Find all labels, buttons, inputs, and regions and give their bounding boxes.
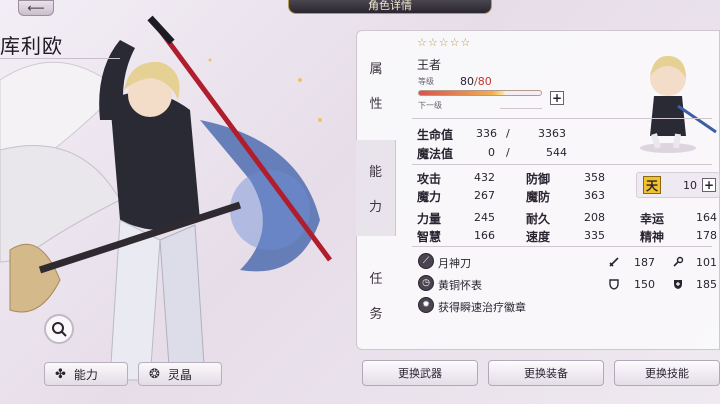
accessory-other-value: 185: [696, 278, 717, 291]
pocket-watch-icon: ◷: [422, 278, 430, 288]
divider-2: [412, 164, 712, 165]
str-value: 245: [474, 211, 495, 224]
plus-icon: +: [551, 91, 563, 105]
crystal-button[interactable]: ❂ 灵晶: [138, 362, 222, 386]
luck-value: 164: [696, 211, 717, 224]
spd-label: 速度: [526, 230, 551, 244]
tab-ability-char2: 力: [368, 200, 382, 215]
mp-max: 544: [546, 146, 567, 159]
weapon-atk-value: 187: [634, 256, 655, 269]
mdef-label: 魔防: [526, 190, 551, 204]
level-label: 等级: [418, 77, 434, 86]
end-label: 耐久: [526, 212, 551, 226]
page-title: 角色详情: [288, 0, 492, 14]
magnifier-icon: [52, 322, 67, 337]
blade-icon: ⟋: [422, 256, 430, 266]
mdef-value: 363: [584, 189, 605, 202]
accessory-slot-icon[interactable]: ◷: [418, 275, 434, 291]
spd-value: 335: [584, 229, 605, 242]
change-skill-button[interactable]: 更换技能: [614, 360, 720, 386]
spirit-value: 178: [696, 229, 717, 242]
tab-ability[interactable]: 能 力: [356, 140, 396, 236]
plus-icon: +: [703, 178, 715, 192]
mp-separator: /: [506, 146, 510, 159]
wis-label: 智慧: [417, 230, 442, 244]
end-value: 208: [584, 211, 605, 224]
name-underline: [0, 58, 120, 59]
staff-icon: [673, 256, 684, 267]
magic-shield-icon: [674, 280, 682, 289]
wis-value: 166: [474, 229, 495, 242]
crystal-button-label: 灵晶: [167, 367, 192, 382]
atk-label: 攻击: [417, 172, 442, 186]
character-title: 王者: [417, 58, 442, 72]
ability-button[interactable]: ✤ 能力: [44, 362, 128, 386]
matk-value: 267: [474, 189, 495, 202]
tab-missions[interactable]: 任 务: [356, 250, 396, 340]
hp-max: 3363: [538, 127, 566, 140]
exp-underline: [500, 108, 542, 109]
tab-attributes-char2: 性: [369, 97, 383, 112]
mp-current: 0: [488, 146, 495, 159]
mp-label: 魔法值: [417, 147, 454, 161]
tab-attributes-char1: 属: [369, 62, 383, 77]
level-value: 80/80: [460, 75, 492, 88]
medal-icon: ✹: [422, 300, 430, 310]
str-label: 力量: [417, 212, 442, 226]
level-max: 80: [477, 75, 492, 88]
zoom-button[interactable]: [44, 314, 74, 344]
character-name: 库利欧: [0, 34, 63, 58]
shield-icon: [609, 279, 619, 290]
change-equipment-button[interactable]: 更换装备: [488, 360, 604, 386]
back-arrow-icon: ⟵: [27, 1, 45, 15]
next-level-label: 下一级: [418, 101, 442, 110]
hp-current: 336: [476, 127, 497, 140]
divider-1: [412, 118, 712, 119]
tab-attributes[interactable]: 属 性: [356, 40, 396, 130]
level-current: 80: [460, 75, 474, 88]
level-up-button[interactable]: +: [550, 91, 564, 105]
hp-label: 生命值: [417, 128, 454, 142]
def-label: 防御: [526, 172, 551, 186]
rank-up-button[interactable]: +: [702, 178, 716, 192]
tab-missions-char2: 务: [369, 307, 383, 322]
weapon-other-value: 101: [696, 256, 717, 269]
atk-value: 432: [474, 171, 495, 184]
divider-3: [412, 246, 712, 247]
medal-slot-icon[interactable]: ✹: [418, 297, 434, 313]
sword-icon: [609, 257, 619, 267]
accessory-name: 黄铜怀表: [438, 279, 482, 292]
def-value: 358: [584, 171, 605, 184]
weapon-name: 月神刀: [438, 257, 471, 270]
medal-name: 获得瞬速治疗徽章: [438, 301, 526, 314]
matk-label: 魔力: [417, 190, 442, 204]
accessory-def-value: 150: [634, 278, 655, 291]
hp-separator: /: [506, 127, 510, 140]
ability-button-label: 能力: [73, 367, 98, 382]
rank-badge: 天: [643, 176, 661, 194]
weapon-slot-icon[interactable]: ⟋: [418, 253, 434, 269]
crystal-icon: ❂: [149, 366, 160, 382]
spirit-label: 精神: [640, 230, 665, 244]
rank-value: 10: [683, 179, 697, 192]
exp-bar: [418, 90, 542, 96]
clover-icon: ✤: [55, 366, 66, 382]
change-weapon-button[interactable]: 更换武器: [362, 360, 478, 386]
tab-missions-char1: 任: [369, 272, 383, 287]
back-button[interactable]: ⟵: [18, 0, 54, 16]
luck-label: 幸运: [640, 212, 665, 226]
chibi-portrait: [640, 55, 717, 153]
rarity-stars: ☆☆☆☆☆: [417, 36, 472, 49]
tab-ability-char1: 能: [368, 165, 382, 180]
